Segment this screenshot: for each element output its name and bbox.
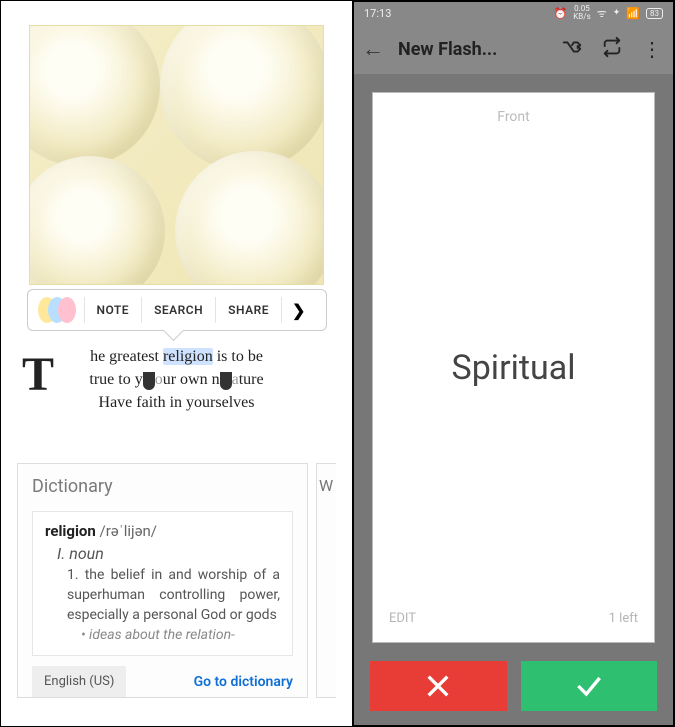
quote-l2a: true to y (89, 371, 142, 388)
dictionary-title: Dictionary (32, 476, 293, 497)
action-row (354, 661, 673, 725)
edit-button[interactable]: EDIT (389, 611, 416, 626)
cover-image (29, 25, 324, 285)
quote-pre: he greatest (90, 348, 163, 365)
app-bar: ← New Flash... ⋮ (354, 24, 673, 74)
dictionary-side-card[interactable]: W (316, 463, 336, 699)
status-bar: 17:13 ⏰ 0.05 KB/s ᯤ ✦ 📶 83 (354, 2, 673, 24)
accept-button[interactable] (521, 661, 658, 711)
quote-l2b: ur own n (163, 371, 220, 388)
check-icon (573, 670, 605, 702)
flashcard-panel: 17:13 ⏰ 0.05 KB/s ᯤ ✦ 📶 83 ← New Flash..… (353, 1, 674, 726)
shuffle-icon[interactable] (559, 36, 585, 62)
entry-pronunciation: /rəˈlijən/ (96, 522, 157, 540)
chip-pink[interactable] (58, 297, 76, 323)
dictionary-card: Dictionary religion /rəˈlijən/ I. noun 1… (17, 463, 308, 699)
goto-dictionary-link[interactable]: Go to dictionary (194, 674, 293, 690)
volte-icon: ✦ (613, 8, 621, 18)
close-icon (422, 670, 454, 702)
quote-text[interactable]: T he greatest religion is to be true to … (27, 345, 326, 415)
note-button[interactable]: NOTE (85, 303, 142, 317)
quote-l2c: ture (239, 371, 264, 388)
highlighted-word[interactable]: religion (163, 348, 213, 365)
wifi-icon: ᯤ (597, 6, 607, 21)
selection-toolbar: NOTE SEARCH SHARE ❯ (27, 289, 327, 331)
data-rate-unit: KB/s (573, 13, 590, 21)
selection-handle-left[interactable] (143, 372, 155, 390)
highlight-colors[interactable] (28, 297, 84, 323)
alarm-icon: ⏰ (554, 7, 568, 20)
share-button[interactable]: SHARE (216, 303, 281, 317)
loop-icon[interactable] (599, 36, 625, 62)
card-side-label: Front (389, 109, 638, 125)
dropcap: T (22, 340, 54, 410)
reader-panel: NOTE SEARCH SHARE ❯ T he greatest religi… (1, 1, 353, 726)
definition-text: 1. the belief in and worship of a superh… (67, 565, 280, 626)
flashcard[interactable]: Front Spiritual EDIT 1 left (372, 92, 655, 643)
language-select[interactable]: English (US) (32, 666, 126, 697)
signal-icon: 📶 (626, 7, 640, 20)
more-arrow-icon[interactable]: ❯ (282, 301, 315, 320)
remaining-count: 1 left (609, 611, 638, 626)
quote-post: is to be (213, 348, 263, 365)
sub-definition: ideas about the relation- (81, 627, 280, 643)
card-text: Spiritual (389, 125, 638, 611)
quote-line3: Have faith in yourselves (27, 391, 326, 414)
entry-word: religion (45, 522, 96, 540)
status-time: 17:13 (364, 7, 391, 20)
search-button[interactable]: SEARCH (142, 303, 215, 317)
dictionary-entry: religion /rəˈlijən/ I. noun 1. the belie… (32, 511, 293, 657)
reject-button[interactable] (370, 661, 507, 711)
app-title: New Flash... (398, 39, 545, 60)
part-of-speech: I. noun (57, 544, 280, 563)
overflow-menu-icon[interactable]: ⋮ (639, 37, 665, 61)
selection-handle-right[interactable] (220, 372, 232, 390)
back-button[interactable]: ← (362, 36, 384, 62)
battery-icon: 83 (646, 8, 663, 19)
